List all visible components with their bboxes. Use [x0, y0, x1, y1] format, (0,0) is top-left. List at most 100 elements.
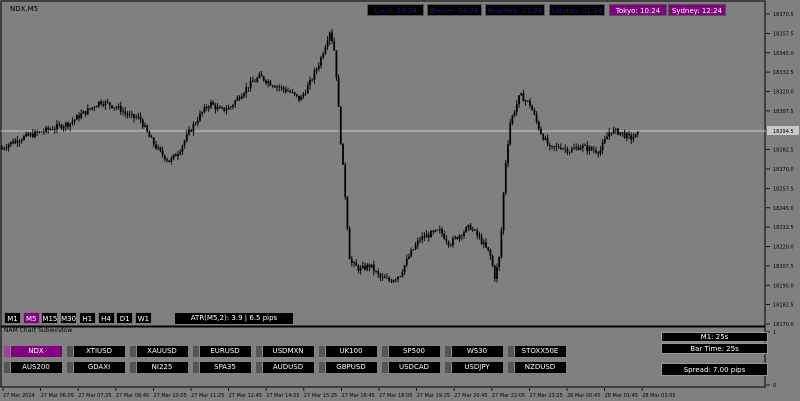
timeframe-button-m5[interactable]: M5 — [22, 312, 40, 324]
candle-body — [445, 238, 448, 242]
symbol-button-xtiusd[interactable]: XTIUSD — [67, 346, 125, 357]
candle-body — [559, 147, 562, 150]
candle-body — [419, 239, 421, 241]
candle-body — [610, 132, 613, 134]
candle-body — [238, 97, 241, 99]
chart-symbol-title: NDX,M5 — [10, 5, 39, 13]
price-tick-label: 18257.5 — [773, 186, 794, 192]
candle-body — [161, 150, 164, 156]
candle-body — [293, 92, 296, 95]
candle-body — [350, 259, 353, 264]
candle-body — [38, 131, 41, 133]
candle-body — [364, 265, 366, 270]
timeframe-button-w1[interactable]: W1 — [134, 312, 152, 324]
candle-body — [480, 236, 483, 244]
candle-body — [31, 133, 34, 138]
candle-body — [401, 272, 404, 277]
symbol-button-uk100[interactable]: UK100 — [319, 346, 377, 357]
symbol-label: STOXX50E — [521, 347, 559, 355]
symbol-label: EURUSD — [210, 347, 240, 355]
candle-body — [317, 65, 320, 70]
symbol-button-spa35[interactable]: SPA35 — [193, 362, 251, 373]
candle-body — [289, 91, 292, 93]
candle-body — [366, 264, 369, 270]
clock-4: Tokyo: 10:24 — [609, 4, 667, 16]
candle-body — [579, 147, 582, 150]
spread-display: Spread: 7.00 pips — [661, 363, 768, 376]
symbol-button-ndx[interactable]: NDX — [4, 346, 62, 357]
symbol-button-xauusd[interactable]: XAUUSD — [130, 346, 188, 357]
candle-body — [157, 147, 160, 149]
time-tick-label: 27 Mar 07:25 — [78, 393, 111, 399]
symbol-label: WS30 — [466, 347, 488, 355]
candle-body — [194, 123, 197, 125]
symbol-button-ws30[interactable]: WS30 — [445, 346, 503, 357]
symbol-label: AUS200 — [22, 363, 50, 371]
candle-body — [192, 124, 195, 132]
symbol-button-gbpusd[interactable]: GBPUSD — [319, 362, 377, 373]
timeframe-button-h4[interactable]: H4 — [97, 312, 115, 324]
candle-body — [291, 92, 294, 93]
candle-body — [584, 145, 586, 146]
candle-body — [29, 133, 32, 136]
symbol-button-nzdusd[interactable]: NZDUSD — [508, 362, 566, 373]
candle-body — [458, 235, 461, 240]
timeframe-button-h1[interactable]: H1 — [78, 312, 96, 324]
candle-body — [346, 197, 349, 229]
candle-body — [529, 100, 531, 106]
candle-body — [471, 229, 474, 231]
time-tick-label: 27 Mar 06:05 — [41, 393, 74, 399]
candle-body — [608, 132, 611, 137]
candle-body — [504, 163, 507, 193]
symbol-button-eurusd[interactable]: EURUSD — [193, 346, 251, 357]
candle-body — [636, 132, 639, 134]
symbol-button-audusd[interactable]: AUDUSD — [256, 362, 314, 373]
symbol-button-stoxx50e[interactable]: STOXX50E — [508, 346, 566, 357]
timeframe-button-m1[interactable]: M1 — [4, 312, 21, 324]
candle-body — [100, 101, 102, 105]
candle-body — [535, 114, 538, 122]
timeframe-button-d1[interactable]: D1 — [116, 312, 134, 324]
symbol-button-ni225[interactable]: NI225 — [130, 362, 188, 373]
candle-body — [632, 137, 635, 140]
candle-body — [177, 154, 179, 157]
candle-body — [56, 124, 58, 130]
candle-body — [82, 111, 85, 114]
candle-body — [276, 86, 278, 88]
candle-body — [262, 76, 265, 81]
symbol-button-sp500[interactable]: SP500 — [382, 346, 440, 357]
time-tick-label: 27 Mar 18:05 — [379, 393, 412, 399]
candle-body — [236, 97, 239, 101]
candle-body — [348, 228, 351, 260]
candle-body — [207, 106, 210, 109]
candle-body — [212, 102, 215, 105]
symbol-button-gdaxi[interactable]: GDAXI — [67, 362, 125, 373]
candle-body — [201, 112, 204, 114]
candle-body — [273, 86, 276, 88]
symbol-button-usdmxn[interactable]: USDMXN — [256, 346, 314, 357]
candle-body — [47, 127, 50, 130]
time-tick-label: 27 Mar 11:25 — [191, 393, 224, 399]
symbol-button-usdcad[interactable]: USDCAD — [382, 362, 440, 373]
candle-body — [482, 242, 485, 244]
price-tick-label: 18245.0 — [773, 206, 794, 212]
candle-body — [386, 277, 388, 279]
symbol-button-aus200[interactable]: AUS200 — [4, 362, 62, 373]
candle-body — [388, 278, 391, 281]
candle-body — [355, 262, 358, 266]
candle-body — [199, 113, 201, 121]
candle-body — [397, 276, 399, 280]
candle-body — [190, 129, 193, 132]
candle-body — [379, 274, 382, 278]
symbol-button-usdjpy[interactable]: USDJPY — [445, 362, 503, 373]
timeframe-button-m15[interactable]: M15 — [41, 312, 59, 324]
candle-body — [115, 107, 118, 109]
candle-body — [282, 87, 285, 90]
candle-body — [531, 105, 534, 111]
sub-tick-label: 0 — [773, 383, 776, 389]
candle-body — [106, 101, 109, 103]
candle-body — [313, 70, 316, 80]
candle-body — [141, 119, 144, 127]
timeframe-button-m30[interactable]: M30 — [60, 312, 78, 324]
candle-body — [124, 111, 127, 114]
